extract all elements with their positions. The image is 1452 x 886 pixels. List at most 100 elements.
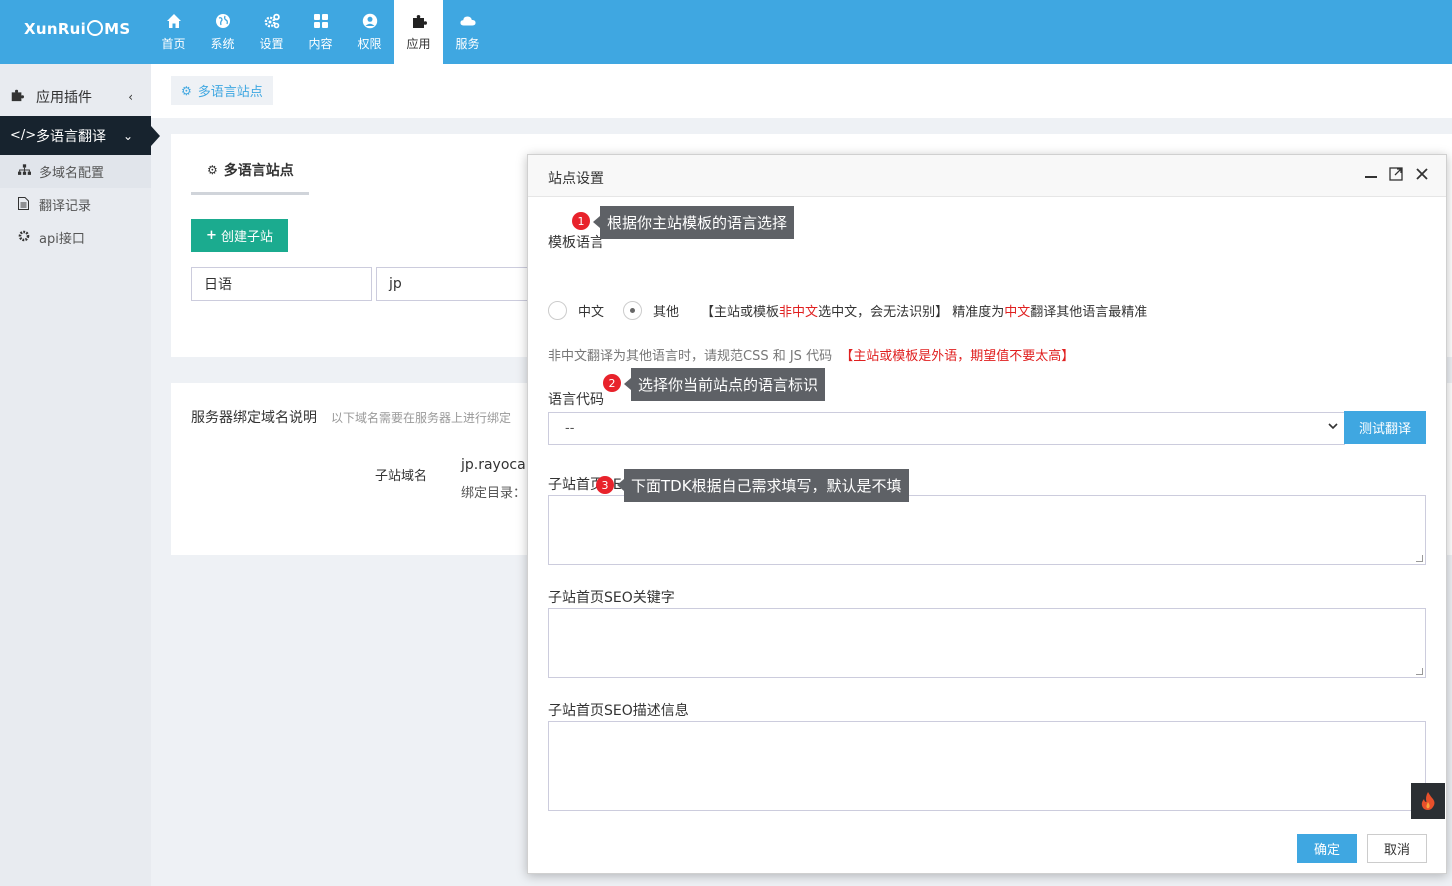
hint-red: 非中文 <box>779 305 819 320</box>
nav-label: 权限 <box>357 36 382 51</box>
help-warning: 【主站或模板是外语，期望值不要太高】 <box>840 349 1075 364</box>
file-icon <box>18 196 34 213</box>
nav-apps[interactable]: 应用 <box>394 0 443 64</box>
nav-permissions[interactable]: 权限 <box>345 0 394 64</box>
seo-title-textarea[interactable] <box>548 495 1426 565</box>
site-code-input[interactable]: jp <box>376 267 536 301</box>
maximize-icon[interactable] <box>1387 167 1405 185</box>
top-navbar: XunRui MS 首页 系统 设置 内容 权限 应用 服务 <box>0 0 1452 64</box>
nav-label: 首页 <box>161 36 186 51</box>
binding-title: 服务器绑定域名说明 <box>191 410 317 426</box>
home-icon <box>166 13 181 28</box>
chevron-down-icon <box>1328 420 1338 434</box>
site-settings-modal: 站点设置 模板语言 中文 其他 【主站或模板非中文选中文，会无法识别】 精准度为… <box>527 154 1447 874</box>
minimize-icon[interactable] <box>1362 167 1380 185</box>
sidebar-group-translation[interactable]: </> 多语言翻译 ⌄ <box>0 116 160 155</box>
nav-system[interactable]: 系统 <box>198 0 247 64</box>
breadcrumb-label: 多语言站点 <box>197 85 263 100</box>
sidebar-item-domains[interactable]: 多域名配置 <box>0 155 151 188</box>
sidebar: 应用插件 ‹ </> 多语言翻译 ⌄ 多域名配置 翻译记录 api接口 <box>0 64 160 886</box>
flame-icon <box>1421 792 1435 810</box>
seo-keywords-label: 子站首页SEO关键字 <box>548 590 675 606</box>
seo-desc-label: 子站首页SEO描述信息 <box>548 703 689 719</box>
lang-hint: 【主站或模板非中文选中文，会无法识别】 精准度为中文翻译其他语言最精准 <box>701 301 1147 320</box>
nav-content[interactable]: 内容 <box>296 0 345 64</box>
sidebar-item-records[interactable]: 翻译记录 <box>0 188 151 221</box>
logo-flame-icon <box>87 20 104 36</box>
lang-code-select[interactable]: -- <box>548 412 1345 445</box>
annotation-tip-3: 下面TDK根据自己需求填写，默认是不填 <box>617 469 909 502</box>
cloud-icon <box>459 16 476 25</box>
help-text: 非中文翻译为其他语言时，请规范CSS 和 JS 代码 【主站或模板是外语，期望值… <box>548 345 1074 364</box>
breadcrumb[interactable]: ⚙ 多语言站点 <box>171 76 273 105</box>
radio-other[interactable] <box>623 301 643 320</box>
site-name-input[interactable]: 日语 <box>191 267 372 301</box>
chevron-left-icon: ‹ <box>128 89 133 104</box>
nav-services[interactable]: 服务 <box>443 0 492 64</box>
chevron-down-icon: ⌄ <box>122 128 133 143</box>
nav-home[interactable]: 首页 <box>149 0 198 64</box>
puzzle-icon <box>10 88 26 106</box>
sidebar-group-label: 应用插件 <box>36 89 92 106</box>
cancel-button[interactable]: 取消 <box>1367 834 1427 863</box>
nav-label: 内容 <box>308 36 333 51</box>
step-badge-2: 2 <box>603 374 621 392</box>
floating-flame-button[interactable] <box>1411 783 1445 819</box>
step-badge-1: 1 <box>572 212 590 230</box>
gear-icon <box>18 230 34 245</box>
sidebar-item-label: 翻译记录 <box>39 199 92 214</box>
main-nav: 首页 系统 设置 内容 权限 应用 服务 <box>149 0 492 64</box>
select-value: -- <box>565 421 575 436</box>
nav-label: 系统 <box>210 36 235 51</box>
breadcrumb-bar: ⚙ 多语言站点 <box>151 64 1452 118</box>
step-badge-3: 3 <box>596 476 614 494</box>
create-site-button[interactable]: + 创建子站 <box>191 219 288 252</box>
logo[interactable]: XunRui MS <box>24 20 130 38</box>
binding-note: 以下域名需要在服务器上进行绑定 <box>331 411 512 425</box>
code-icon: </> <box>10 128 37 143</box>
test-translate-button[interactable]: 测试翻译 <box>1344 411 1426 444</box>
confirm-button[interactable]: 确定 <box>1297 834 1357 863</box>
help-normal: 非中文翻译为其他语言时，请规范CSS 和 JS 代码 <box>548 349 833 364</box>
gear-icon: ⚙ <box>207 163 218 177</box>
nav-label: 设置 <box>259 36 284 51</box>
globe-icon <box>215 13 230 28</box>
bind-dir-label: 绑定目录： <box>461 486 527 501</box>
sidebar-item-label: 多域名配置 <box>39 166 105 181</box>
nav-settings[interactable]: 设置 <box>247 0 296 64</box>
user-icon <box>362 13 377 28</box>
nav-label: 服务 <box>455 36 480 51</box>
modal-header: 站点设置 <box>528 155 1446 197</box>
subsite-domain-label: 子站域名 <box>375 469 428 484</box>
sidebar-group-label: 多语言翻译 <box>36 128 106 145</box>
lang-code-label: 语言代码 <box>548 392 604 408</box>
sidebar-item-label: api接口 <box>39 232 85 247</box>
gears-icon <box>264 13 280 28</box>
radio-chinese[interactable] <box>548 301 567 320</box>
seo-desc-textarea[interactable] <box>548 721 1426 811</box>
radio-chinese-label: 中文 <box>578 305 605 320</box>
seo-keywords-textarea[interactable] <box>548 608 1426 678</box>
hint-part: 【主站或模板 <box>701 305 780 320</box>
sitemap-icon <box>18 164 34 179</box>
template-lang-label: 模板语言 <box>548 235 604 251</box>
sidebar-group-plugins[interactable]: 应用插件 ‹ <box>0 77 151 116</box>
create-site-label: 创建子站 <box>220 230 273 245</box>
radio-other-label: 其他 <box>653 305 680 320</box>
tab-sites[interactable]: ⚙ 多语言站点 <box>191 148 309 195</box>
hint-part: 翻译其他语言最精准 <box>1030 305 1148 320</box>
template-lang-radios: 中文 其他 【主站或模板非中文选中文，会无法识别】 精准度为中文翻译其他语言最精… <box>548 301 1147 320</box>
hint-red: 中文 <box>1004 305 1031 320</box>
close-icon[interactable] <box>1413 167 1431 185</box>
hint-part: 选中文，会无法识别】 精准度为 <box>818 305 1005 320</box>
nav-label: 应用 <box>406 36 431 51</box>
sidebar-item-api[interactable]: api接口 <box>0 221 151 254</box>
tab-label: 多语言站点 <box>223 163 294 179</box>
gears-icon: ⚙ <box>181 83 192 98</box>
subsite-domain-value: jp.rayocab <box>461 457 535 473</box>
annotation-tip-1: 根据你主站模板的语言选择 <box>592 206 795 239</box>
grid-icon <box>313 13 328 28</box>
plus-icon: + <box>206 228 217 243</box>
puzzle-icon <box>412 14 427 28</box>
modal-title: 站点设置 <box>548 171 604 187</box>
